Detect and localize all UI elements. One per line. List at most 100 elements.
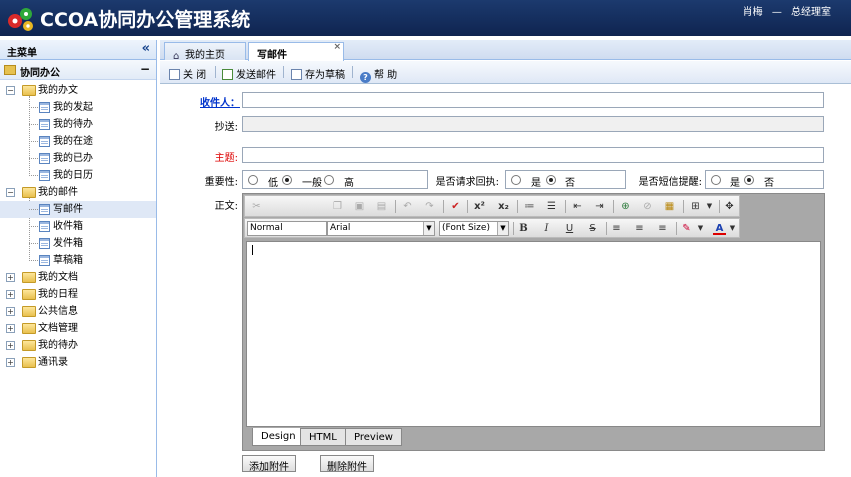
sidebar-item-group[interactable]: − 我的邮件 xyxy=(0,184,156,201)
spellcheck-icon[interactable]: ✔ xyxy=(449,200,462,213)
chevron-down-icon[interactable]: ▼ xyxy=(694,222,707,235)
remove-attachment-button[interactable]: 删除附件 xyxy=(320,455,374,473)
cut-icon[interactable]: ✂ xyxy=(250,200,263,213)
indent-icon[interactable]: ⇥ xyxy=(593,200,606,213)
editor-content-area[interactable] xyxy=(246,241,821,427)
sidebar-group-header[interactable]: 协同办公 − xyxy=(0,60,156,80)
subscript-icon[interactable]: x₂ xyxy=(497,200,510,213)
receipt-yes-radio[interactable] xyxy=(511,175,521,185)
tree-guide-line xyxy=(29,124,38,125)
gears-logo-icon xyxy=(8,8,33,31)
font-select[interactable]: Arial ▼ xyxy=(327,221,435,236)
close-icon[interactable]: × xyxy=(333,42,341,52)
sidebar-item-leaf[interactable]: 我的已办 xyxy=(0,150,156,167)
sidebar-item-group[interactable]: + 我的文档 xyxy=(0,269,156,286)
chevron-down-icon: ▼ xyxy=(497,222,508,235)
align-center-icon[interactable]: ≡ xyxy=(633,222,646,235)
importance-normal-radio[interactable] xyxy=(282,175,292,185)
paste-text-icon[interactable]: ▤ xyxy=(375,200,388,213)
sidebar-item-leaf[interactable]: 我的在途 xyxy=(0,133,156,150)
insert-image-icon[interactable]: ▦ xyxy=(663,200,676,213)
expand-plus-icon[interactable]: + xyxy=(6,341,15,350)
insert-table-icon[interactable]: ⊞ xyxy=(689,200,702,213)
sidebar-item-label: 收件箱 xyxy=(53,221,83,232)
align-left-icon[interactable]: ≡ xyxy=(610,222,623,235)
paste-icon[interactable]: ▣ xyxy=(353,200,366,213)
sidebar-item-leaf[interactable]: 写邮件 xyxy=(0,201,156,218)
sidebar-item-leaf[interactable]: 我的发起 xyxy=(0,99,156,116)
sidebar-item-leaf[interactable]: 收件箱 xyxy=(0,218,156,235)
sidebar-item-leaf[interactable]: 发件箱 xyxy=(0,235,156,252)
help-button[interactable]: ? 帮 助 xyxy=(360,66,397,83)
strikethrough-icon[interactable]: S xyxy=(586,222,599,235)
sms-yes-radio[interactable] xyxy=(711,175,721,185)
expand-plus-icon[interactable]: + xyxy=(6,307,15,316)
folder-icon xyxy=(22,357,36,368)
user-role[interactable]: 总经理室 xyxy=(791,7,831,18)
insert-link-icon[interactable]: ⊕ xyxy=(619,200,632,213)
add-attachment-button[interactable]: 添加附件 xyxy=(242,455,296,473)
recipient-input[interactable] xyxy=(242,92,824,108)
expand-plus-icon[interactable]: + xyxy=(6,324,15,333)
sidebar-item-group[interactable]: + 公共信息 xyxy=(0,303,156,320)
italic-icon[interactable]: I xyxy=(540,222,553,235)
expand-plus-icon[interactable]: + xyxy=(6,273,15,282)
ordered-list-icon[interactable]: ≔ xyxy=(523,200,536,213)
highlight-color-icon[interactable]: ✎ xyxy=(680,222,693,235)
expand-plus-icon[interactable]: + xyxy=(6,290,15,299)
unlink-icon[interactable]: ⊘ xyxy=(641,200,654,213)
sidebar-item-label: 我的日历 xyxy=(53,170,93,181)
collapse-minus-icon[interactable]: − xyxy=(140,62,150,76)
sms-no-label: 否 xyxy=(764,178,774,189)
sidebar-item-group[interactable]: + 我的待办 xyxy=(0,337,156,354)
font-size-select[interactable]: (Font Size) ▼ xyxy=(439,221,509,236)
cc-input[interactable] xyxy=(242,116,824,132)
user-name[interactable]: 肖梅 xyxy=(743,7,763,18)
design-mode-tab[interactable]: Design xyxy=(252,428,305,446)
copy-icon[interactable]: ❐ xyxy=(331,200,344,213)
bold-icon[interactable]: B xyxy=(517,222,530,235)
sidebar-item-leaf[interactable]: 我的待办 xyxy=(0,116,156,133)
unordered-list-icon[interactable]: ☰ xyxy=(545,200,558,213)
help-icon: ? xyxy=(360,72,371,83)
sidebar-item-group[interactable]: + 文档管理 xyxy=(0,320,156,337)
tab-home-label: 我的主页 xyxy=(185,50,225,61)
sms-no-radio[interactable] xyxy=(744,175,754,185)
save-draft-button[interactable]: 存为草稿 xyxy=(291,66,345,81)
chevron-down-icon[interactable]: ▼ xyxy=(726,222,739,235)
redo-icon[interactable]: ↷ xyxy=(423,200,436,213)
home-icon: ⌂ xyxy=(173,51,180,62)
importance-high-radio[interactable] xyxy=(324,175,334,185)
expand-plus-icon[interactable]: + xyxy=(6,358,15,367)
sidebar-item-leaf[interactable]: 我的日历 xyxy=(0,167,156,184)
fullscreen-icon[interactable]: ✥ xyxy=(723,200,736,213)
collapse-minus-icon[interactable]: − xyxy=(6,188,15,197)
collapse-minus-icon[interactable]: − xyxy=(6,86,15,95)
align-right-icon[interactable]: ≡ xyxy=(656,222,669,235)
tab-compose[interactable]: 写邮件 × xyxy=(248,42,344,61)
receipt-no-radio[interactable] xyxy=(546,175,556,185)
double-chevron-left-icon[interactable]: « xyxy=(142,41,150,56)
sidebar-item-label: 我的办文 xyxy=(38,85,78,96)
html-mode-tab[interactable]: HTML xyxy=(300,428,346,446)
tree-guide-line xyxy=(29,226,38,227)
close-button[interactable]: 关 闭 xyxy=(169,66,206,81)
undo-icon[interactable]: ↶ xyxy=(401,200,414,213)
recipient-label[interactable]: 收件人： xyxy=(160,94,240,109)
subject-input[interactable] xyxy=(242,147,824,163)
editor-divider xyxy=(513,222,514,235)
sidebar-item-group[interactable]: − 我的办文 xyxy=(0,82,156,99)
format-select[interactable]: Normal xyxy=(247,221,327,236)
preview-mode-tab[interactable]: Preview xyxy=(345,428,402,446)
importance-low-radio[interactable] xyxy=(248,175,258,185)
superscript-icon[interactable]: x² xyxy=(473,200,486,213)
outdent-icon[interactable]: ⇤ xyxy=(571,200,584,213)
send-mail-button[interactable]: 发送邮件 xyxy=(222,66,276,81)
sidebar-item-leaf[interactable]: 草稿箱 xyxy=(0,252,156,269)
sidebar-item-group[interactable]: + 通讯录 xyxy=(0,354,156,371)
sidebar-item-group[interactable]: + 我的日程 xyxy=(0,286,156,303)
chevron-down-icon[interactable]: ▼ xyxy=(703,200,716,213)
tab-home[interactable]: ⌂ 我的主页 xyxy=(164,42,246,62)
underline-icon[interactable]: U xyxy=(563,222,576,235)
font-color-icon[interactable]: A xyxy=(713,222,726,235)
